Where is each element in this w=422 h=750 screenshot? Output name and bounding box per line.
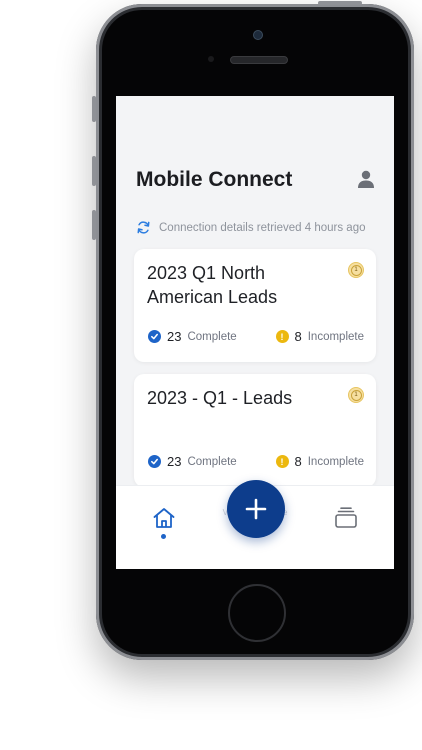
complete-count: 23: [167, 454, 182, 469]
complete-label: Complete: [187, 330, 237, 343]
app-screen: Mobile Connect Connection details retrie…: [116, 96, 394, 569]
user-icon[interactable]: [356, 169, 376, 189]
power-button: [318, 1, 362, 5]
stack-icon[interactable]: [334, 507, 358, 534]
complete-stat: 23 Complete: [148, 454, 237, 469]
complete-label: Complete: [187, 455, 237, 468]
mute-switch: [92, 96, 96, 122]
earpiece-speaker: [230, 56, 288, 64]
complete-stat: 23 Complete: [148, 329, 237, 344]
connection-status: Connection details retrieved 4 hours ago: [136, 220, 366, 235]
incomplete-count: 8: [294, 329, 302, 344]
coin-badge-number: 1: [350, 389, 362, 401]
complete-count: 23: [167, 329, 182, 344]
warning-icon: !: [275, 330, 289, 343]
active-tab-indicator: [161, 534, 166, 539]
phone-home-button[interactable]: [228, 584, 286, 642]
check-circle-icon: [148, 330, 161, 343]
volume-down-button: [92, 210, 96, 240]
incomplete-label: Incomplete: [307, 330, 364, 343]
incomplete-stat: ! 8 Incomplete: [275, 454, 364, 469]
card-title: 2023 - Q1 - Leads: [147, 388, 293, 408]
status-text: Connection details retrieved 4 hours ago: [159, 221, 366, 234]
list-card[interactable]: 2023 Q1 North American Leads 1 23 Comple…: [134, 249, 376, 362]
card-stats: 23 Complete ! 8 Incomplete: [148, 454, 364, 469]
check-circle-icon: [148, 455, 161, 468]
plus-icon: [245, 498, 267, 520]
coin-badge-number: 1: [350, 264, 362, 276]
front-camera: [253, 30, 263, 40]
coin-icon: 1: [348, 387, 364, 403]
page-title: Mobile Connect: [136, 168, 293, 191]
incomplete-count: 8: [294, 454, 302, 469]
incomplete-label: Incomplete: [307, 455, 364, 468]
warning-icon: !: [275, 455, 289, 468]
refresh-icon[interactable]: [136, 220, 151, 235]
add-button[interactable]: [227, 480, 285, 538]
incomplete-stat: ! 8 Incomplete: [275, 329, 364, 344]
proximity-sensor: [208, 56, 214, 62]
coin-icon: 1: [348, 262, 364, 278]
home-icon[interactable]: [152, 506, 176, 535]
list-card[interactable]: 2023 - Q1 - Leads 1 23 Complete ! 8 Inco…: [134, 374, 376, 487]
card-title: 2023 Q1 North American Leads: [147, 263, 278, 307]
volume-up-button: [92, 156, 96, 186]
card-stats: 23 Complete ! 8 Incomplete: [148, 329, 364, 344]
